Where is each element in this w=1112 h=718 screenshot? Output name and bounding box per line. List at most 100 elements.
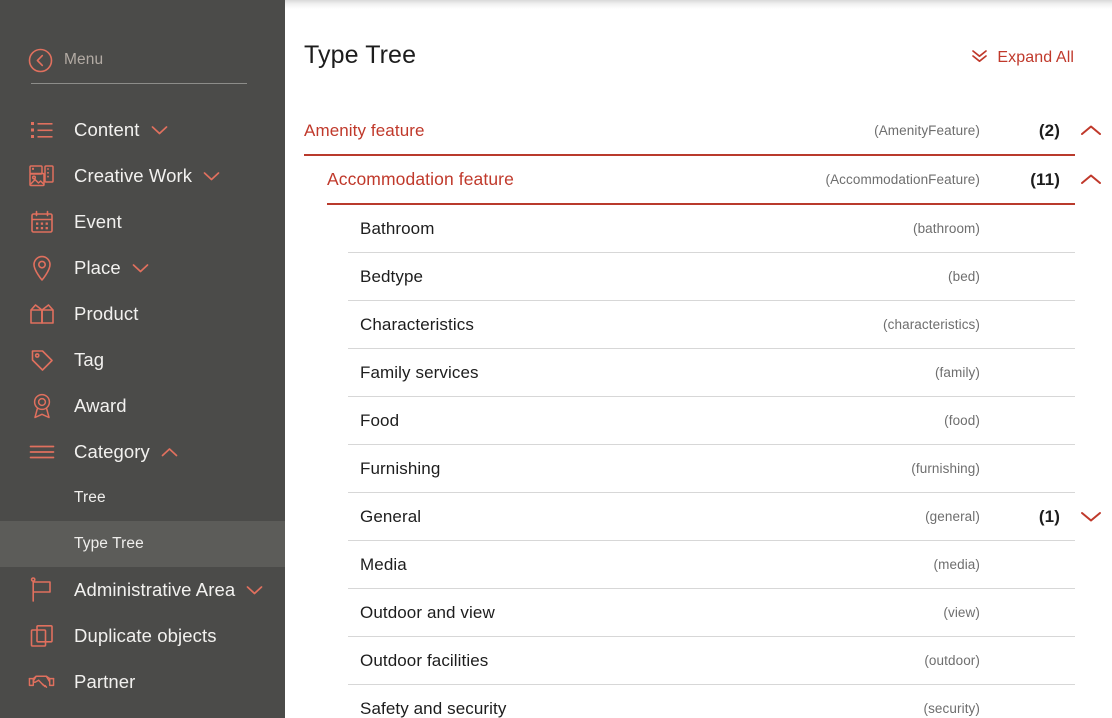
sidebar-item-category[interactable]: Category <box>0 429 285 475</box>
chevron-down-icon[interactable] <box>246 585 263 596</box>
sidebar-item-label: Place <box>74 257 121 278</box>
tree-row-label: Furnishing <box>360 458 441 478</box>
copy-icon <box>28 623 55 650</box>
sidebar-item-label: Administrative Area <box>74 579 236 600</box>
main-content: Type Tree Expand All Amenity feature (Am… <box>285 0 1112 718</box>
double-chevron-down-icon <box>971 48 988 68</box>
menu-back-label: Menu <box>64 51 104 68</box>
tree-row[interactable]: Safety and security (security) <box>285 685 1112 718</box>
tree-row-code: (view) <box>943 605 980 620</box>
tree-row-count: (1) <box>1038 506 1060 526</box>
tree-row-label: Outdoor facilities <box>360 650 489 670</box>
chevron-up-icon[interactable] <box>1080 124 1102 137</box>
tree-row-code: (family) <box>934 365 980 380</box>
expand-all-label: Expand All <box>997 49 1074 66</box>
box-icon <box>28 301 55 328</box>
tree-row-count: (11) <box>1030 169 1060 189</box>
map-pin-icon <box>28 255 55 282</box>
tree-row[interactable]: Media (media) <box>285 541 1112 588</box>
sidebar-item-creative-work[interactable]: Creative Work <box>0 153 285 199</box>
list-icon <box>28 117 55 144</box>
tree-row-code: (general) <box>925 509 980 524</box>
chevron-up-icon[interactable] <box>1080 173 1102 186</box>
tree-row[interactable]: Furnishing (furnishing) <box>285 445 1112 492</box>
sidebar-item-label: Category <box>74 441 150 462</box>
tree-row[interactable]: Family services (family) <box>285 349 1112 396</box>
sidebar: Menu Content Creative Work Event Place P… <box>0 0 285 718</box>
top-shadow-strip <box>285 0 1112 9</box>
tree-row-code: (media) <box>933 557 980 572</box>
chevron-down-icon[interactable] <box>1080 510 1102 523</box>
tree-row[interactable]: Characteristics (characteristics) <box>285 301 1112 348</box>
tree-row-label: Amenity feature <box>304 120 425 140</box>
type-tree-list: Amenity feature (AmenityFeature) (2) Acc… <box>285 107 1112 718</box>
tree-row-label: Family services <box>360 362 479 382</box>
chevron-down-icon[interactable] <box>151 125 168 136</box>
tree-row-label: Bedtype <box>360 266 424 286</box>
tree-row-label: Bathroom <box>360 218 435 238</box>
sidebar-item-administrative-area[interactable]: Administrative Area <box>0 567 285 613</box>
app-root: Menu Content Creative Work Event Place P… <box>0 0 1112 718</box>
sidebar-item-type-tree[interactable]: Type Tree <box>0 521 285 567</box>
sidebar-item-tag[interactable]: Tag <box>0 337 285 383</box>
sidebar-item-award[interactable]: Award <box>0 383 285 429</box>
page-header: Type Tree Expand All <box>285 0 1112 70</box>
sidebar-item-label: Creative Work <box>74 165 193 186</box>
sidebar-item-label: Content <box>74 119 140 140</box>
tree-row-label: Characteristics <box>360 314 474 334</box>
tree-row[interactable]: Amenity feature (AmenityFeature) (2) <box>285 107 1112 154</box>
tree-row[interactable]: Food (food) <box>285 397 1112 444</box>
menu-back-button[interactable]: Menu <box>0 0 285 76</box>
chevron-up-icon[interactable] <box>161 447 178 458</box>
sidebar-item-duplicate-objects[interactable]: Duplicate objects <box>0 613 285 659</box>
sidebar-subitem-label: Tree <box>74 489 106 506</box>
chevron-left-circle-icon <box>28 48 53 73</box>
sidebar-item-event[interactable]: Event <box>0 199 285 245</box>
tree-row-code: (outdoor) <box>924 653 980 668</box>
tree-row-code: (bed) <box>947 269 980 284</box>
tree-row[interactable]: Accommodation feature (AccommodationFeat… <box>285 156 1112 203</box>
tree-row-code: (characteristics) <box>883 317 980 332</box>
hamburger-icon <box>28 439 55 466</box>
tag-icon <box>28 347 55 374</box>
sidebar-item-label: Tag <box>74 349 105 370</box>
tree-row[interactable]: Outdoor facilities (outdoor) <box>285 637 1112 684</box>
tree-row[interactable]: Bathroom (bathroom) <box>285 205 1112 252</box>
tree-row[interactable]: Outdoor and view (view) <box>285 589 1112 636</box>
tree-row[interactable]: Bedtype (bed) <box>285 253 1112 300</box>
flag-icon <box>28 577 55 604</box>
tree-row-code: (AccommodationFeature) <box>825 172 980 187</box>
page-title: Type Tree <box>304 41 417 69</box>
expand-all-button[interactable]: Expand All <box>971 48 1074 68</box>
sidebar-item-label: Duplicate objects <box>74 625 217 646</box>
tree-row-label: Outdoor and view <box>360 602 495 622</box>
tree-row-code: (furnishing) <box>911 461 980 476</box>
sidebar-item-label: Award <box>74 395 127 416</box>
sidebar-item-content[interactable]: Content <box>0 107 285 153</box>
handshake-icon <box>28 669 55 696</box>
sidebar-item-tree[interactable]: Tree <box>0 475 285 521</box>
chevron-down-icon[interactable] <box>203 171 220 182</box>
chevron-down-icon[interactable] <box>132 263 149 274</box>
tree-row-label: General <box>360 506 422 526</box>
sidebar-item-label: Partner <box>74 671 136 692</box>
sidebar-subitem-label: Type Tree <box>74 535 144 552</box>
tree-row-label: Accommodation feature <box>327 169 514 189</box>
sidebar-item-label: Event <box>74 211 122 232</box>
tree-row-code: (AmenityFeature) <box>874 123 980 138</box>
tree-row-label: Food <box>360 410 400 430</box>
sidebar-item-place[interactable]: Place <box>0 245 285 291</box>
sidebar-nav: Content Creative Work Event Place Produc… <box>0 107 285 705</box>
sidebar-item-product[interactable]: Product <box>0 291 285 337</box>
images-icon <box>28 163 55 190</box>
sidebar-item-label: Product <box>74 303 139 324</box>
sidebar-item-partner[interactable]: Partner <box>0 659 285 705</box>
tree-row-code: (food) <box>944 413 980 428</box>
sidebar-divider <box>31 83 247 84</box>
tree-row[interactable]: General (general) (1) <box>285 493 1112 540</box>
tree-row-code: (bathroom) <box>912 221 980 236</box>
tree-row-code: (security) <box>923 701 980 716</box>
calendar-icon <box>28 209 55 236</box>
award-icon <box>28 393 55 420</box>
tree-row-label: Safety and security <box>360 698 507 718</box>
